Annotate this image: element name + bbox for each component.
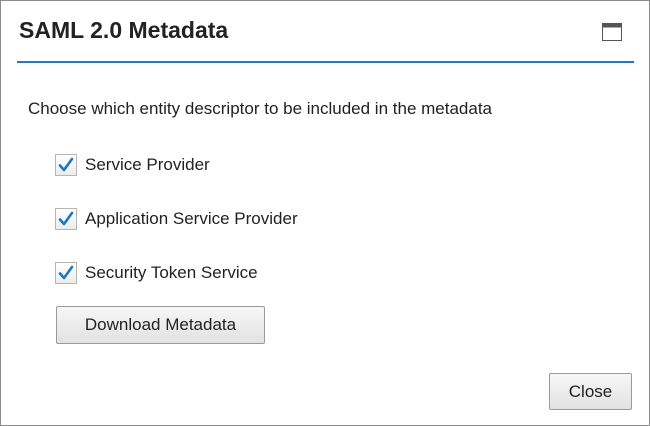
service-provider-label: Service Provider [85,155,210,174]
dialog-title: SAML 2.0 Metadata [19,17,229,43]
window-maximize-icon[interactable] [602,23,622,41]
checkmark-icon [58,265,74,280]
security-token-service-label: Security Token Service [85,263,258,282]
service-provider-option[interactable]: Service Provider [55,153,210,177]
application-service-provider-label: Application Service Provider [85,209,298,228]
intro-text: Choose which entity descriptor to be inc… [28,99,492,118]
dialog-header: SAML 2.0 Metadata [17,1,634,63]
service-provider-checkbox[interactable] [55,154,77,176]
saml-metadata-dialog: SAML 2.0 Metadata Choose which entity de… [0,0,650,426]
checkmark-icon [58,157,74,172]
close-button[interactable]: Close [549,373,632,410]
download-metadata-button[interactable]: Download Metadata [56,306,265,344]
application-service-provider-option[interactable]: Application Service Provider [55,207,298,231]
security-token-service-checkbox[interactable] [55,262,77,284]
security-token-service-option[interactable]: Security Token Service [55,261,258,285]
application-service-provider-checkbox[interactable] [55,208,77,230]
checkmark-icon [58,211,74,226]
